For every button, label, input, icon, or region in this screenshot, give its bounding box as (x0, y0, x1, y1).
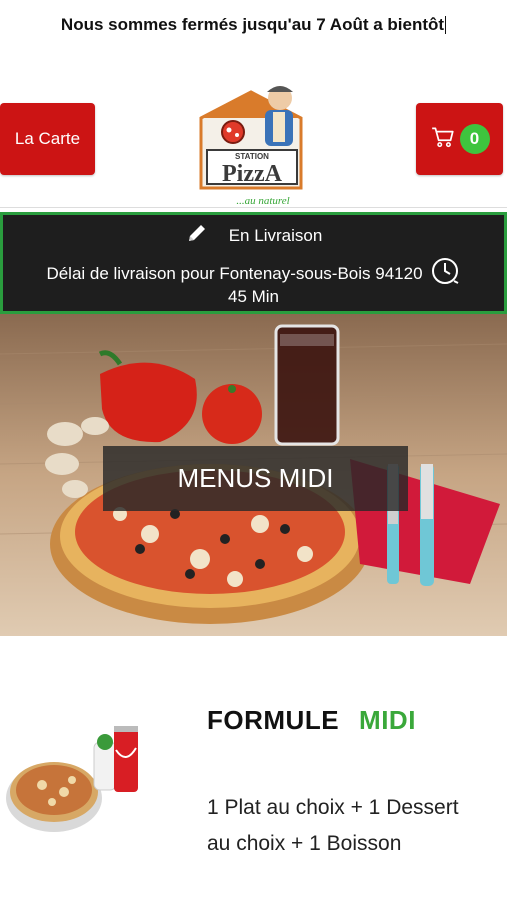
text-caret (445, 16, 447, 34)
formule-title-highlight: MIDI (359, 705, 416, 735)
menus-midi-label[interactable]: MENUS MIDI (103, 446, 408, 511)
delivery-panel[interactable]: En Livraison Délai de livraison pour Fon… (0, 212, 507, 314)
formule-image[interactable] (2, 720, 152, 840)
pencil-icon[interactable] (185, 221, 229, 250)
formule-title-text: FORMULE (207, 705, 340, 735)
formule-description: 1 Plat au choix + 1 Dessert au choix + 1… (207, 796, 459, 855)
delivery-mode-text: En Livraison (228, 225, 323, 245)
station-pizza-logo[interactable]: STATION PizzA ...au naturel (193, 80, 313, 208)
closure-notice: Nous sommes fermés jusqu'au 7 Août a bie… (0, 0, 507, 50)
cart-icon (430, 124, 456, 155)
formule-title: FORMULE MIDI (207, 705, 416, 736)
la-carte-button[interactable]: La Carte (0, 103, 95, 175)
cart-button[interactable]: 0 (416, 103, 503, 175)
header-divider (0, 207, 507, 208)
la-carte-label: La Carte (14, 129, 81, 148)
delivery-info-text: Délai de livraison pour Fontenay-sous-Bo… (46, 263, 423, 283)
logo-tagline-text: ...au naturel (236, 195, 289, 207)
logo-station-text: STATION (235, 152, 269, 161)
delivery-time-text: 45 Min (227, 287, 280, 306)
logo-pizza-text: PizzA (222, 161, 283, 187)
delivery-mode-row[interactable]: En Livraison (3, 221, 504, 250)
cart-count-badge: 0 (459, 124, 490, 154)
closure-notice-text: Nous sommes fermés jusqu'au 7 Août a bie… (60, 15, 445, 34)
